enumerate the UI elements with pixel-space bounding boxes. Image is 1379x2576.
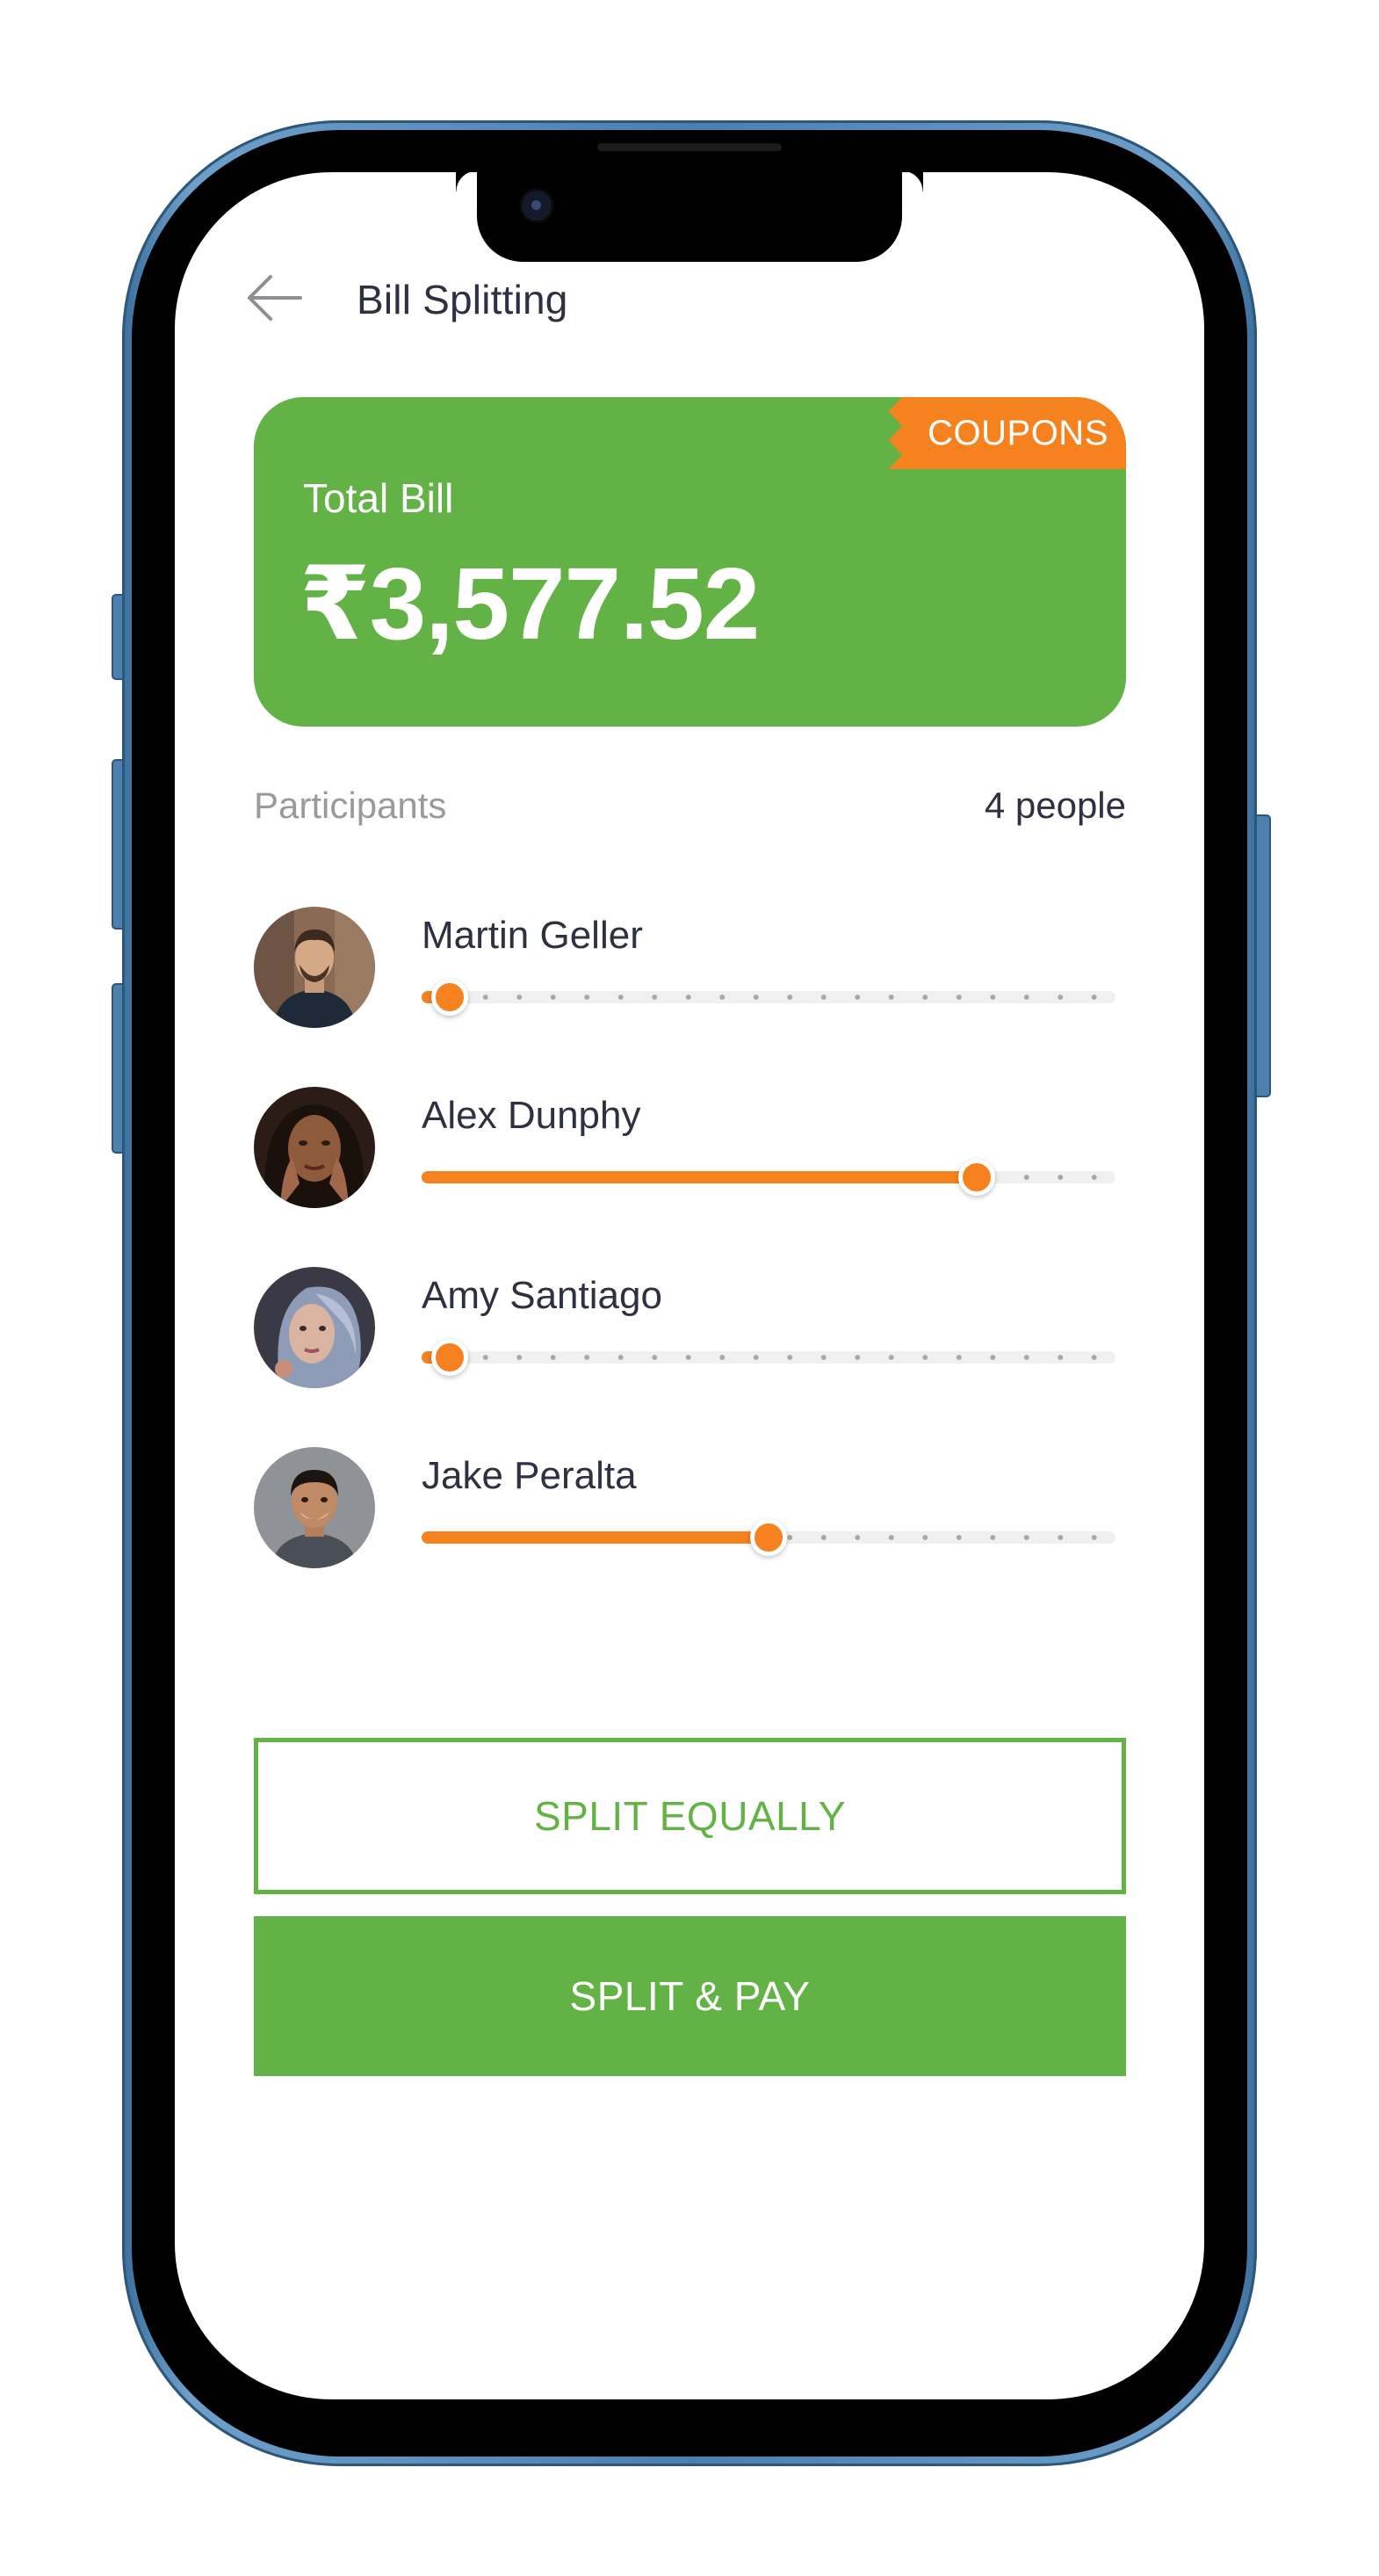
- total-bill-card: COUPONS Total Bill ₹3,577.52: [254, 397, 1126, 727]
- participant-name: Amy Santiago: [422, 1274, 662, 1317]
- slider-thumb[interactable]: [958, 1159, 995, 1196]
- avatar: [254, 1267, 375, 1388]
- avatar: [254, 1087, 375, 1208]
- app-screen: Bill Splitting COUPONS Total Bill ₹3,577…: [175, 172, 1204, 2399]
- share-slider[interactable]: [422, 977, 1115, 1016]
- slider-thumb[interactable]: [750, 1519, 787, 1556]
- avatar-woman-icon: [254, 1267, 375, 1388]
- slider-track: [422, 1351, 1115, 1364]
- share-slider[interactable]: [422, 1517, 1115, 1556]
- avatar-man-icon: [254, 1447, 375, 1568]
- people-count: 4 people: [984, 785, 1126, 826]
- split-equally-button[interactable]: SPLIT EQUALLY: [254, 1738, 1126, 1894]
- split-and-pay-button[interactable]: SPLIT & PAY: [254, 1916, 1126, 2076]
- slider-track: [422, 991, 1115, 1003]
- participant-row: Jake Peralta: [254, 1447, 1126, 1570]
- total-bill-label: Total Bill: [303, 475, 454, 521]
- avatar-woman-icon: [254, 1087, 375, 1208]
- participant-name: Jake Peralta: [422, 1454, 637, 1497]
- back-button[interactable]: [244, 271, 306, 324]
- total-bill-amount: ₹3,577.52: [300, 546, 760, 661]
- participant-name: Alex Dunphy: [422, 1094, 641, 1137]
- share-slider[interactable]: [422, 1157, 1115, 1196]
- participants-label: Participants: [254, 785, 447, 826]
- participant-row: Martin Geller: [254, 907, 1126, 1030]
- page-title: Bill Splitting: [357, 277, 568, 322]
- notch: [477, 172, 923, 262]
- participant-row: Amy Santiago: [254, 1267, 1126, 1390]
- coupons-button[interactable]: COUPONS: [883, 397, 1126, 469]
- power-button: [1255, 814, 1271, 1097]
- arrow-left-icon: [248, 275, 302, 321]
- share-slider[interactable]: [422, 1337, 1115, 1376]
- slider-thumb[interactable]: [430, 979, 468, 1016]
- slider-thumb[interactable]: [430, 1339, 468, 1376]
- participant-name: Martin Geller: [422, 914, 643, 957]
- avatar-man-icon: [254, 907, 375, 1028]
- coupons-label: COUPONS: [928, 414, 1108, 452]
- speaker-grille: [597, 143, 782, 151]
- front-camera-icon: [522, 191, 552, 221]
- avatar: [254, 907, 375, 1028]
- slider-fill: [422, 1531, 769, 1544]
- participant-row: Alex Dunphy: [254, 1087, 1126, 1210]
- slider-fill: [422, 1171, 977, 1183]
- avatar: [254, 1447, 375, 1568]
